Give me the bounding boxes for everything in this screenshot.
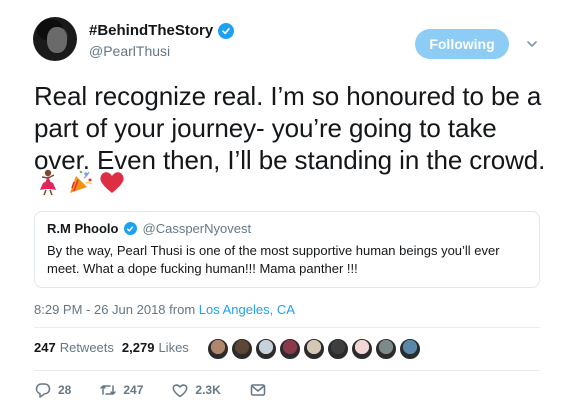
author-display-name[interactable]: #BehindTheStory — [89, 22, 213, 39]
reply-icon — [35, 383, 51, 398]
liker-avatar[interactable] — [255, 338, 277, 360]
emoji-row — [34, 168, 126, 196]
chevron-down-icon[interactable] — [525, 37, 539, 51]
party-popper-emoji — [66, 168, 94, 196]
reply-count: 28 — [58, 383, 72, 397]
retweet-count: 247 — [123, 383, 144, 397]
likes-stat-count: 2,279 — [121, 340, 155, 355]
likes-stat[interactable]: 2,279 Likes — [122, 340, 189, 355]
direct-message-action[interactable] — [249, 381, 267, 399]
author-handle[interactable]: @PearlThusi — [89, 43, 234, 59]
liker-avatar[interactable] — [279, 338, 301, 360]
likes-stat-label: Likes — [158, 340, 189, 355]
author-avatar[interactable] — [33, 17, 77, 61]
tweet-stats: 247 Retweets 2,279 Likes — [34, 340, 197, 355]
avatar-face — [47, 27, 67, 53]
tweet-location-link[interactable]: Los Angeles, CA — [199, 302, 295, 317]
liker-avatar[interactable] — [375, 338, 397, 360]
quoted-tweet-card[interactable]: R.M Phoolo @CassperNyovest By the way, P… — [34, 211, 540, 288]
like-count: 2.3K — [195, 383, 221, 397]
divider — [34, 370, 540, 371]
liker-avatar[interactable] — [399, 338, 421, 360]
quoted-tweet-header: R.M Phoolo @CassperNyovest — [47, 221, 527, 236]
tweet-time-date[interactable]: 8:29 PM - 26 Jun 2018 from — [34, 302, 195, 317]
tweet-timestamp: 8:29 PM - 26 Jun 2018 from Los Angeles, … — [34, 302, 295, 317]
tweet-actions: 28 247 2.3K — [34, 381, 295, 399]
verified-badge-icon — [123, 222, 137, 235]
tweet-text: Real recognize real. I’m so honoured to … — [34, 81, 546, 175]
divider — [34, 327, 540, 328]
liker-avatar[interactable] — [207, 338, 229, 360]
author-name-block: #BehindTheStory @PearlThusi — [89, 22, 235, 59]
quoted-author-handle: @CassperNyovest — [142, 221, 252, 236]
dancer-emoji — [34, 168, 62, 196]
like-action[interactable]: 2.3K — [171, 381, 221, 399]
quoted-tweet-text: By the way, Pearl Thusi is one of the mo… — [47, 243, 500, 276]
liker-avatar[interactable] — [351, 338, 373, 360]
liker-avatars — [207, 338, 421, 360]
retweet-action[interactable]: 247 — [99, 381, 143, 399]
quoted-author-name: R.M Phoolo — [47, 221, 119, 236]
heart-icon — [172, 384, 188, 398]
retweet-icon — [100, 385, 117, 395]
retweets-stat-label: Retweets — [59, 340, 114, 355]
following-button[interactable]: Following — [415, 29, 509, 59]
verified-badge-icon — [218, 22, 235, 39]
retweets-stat-count: 247 — [34, 340, 56, 355]
envelope-icon — [250, 384, 265, 396]
liker-avatar[interactable] — [327, 338, 349, 360]
author-display-name-row[interactable]: #BehindTheStory — [89, 22, 235, 39]
reply-action[interactable]: 28 — [34, 381, 71, 399]
red-heart-emoji — [98, 168, 126, 196]
retweets-stat[interactable]: 247 Retweets — [34, 340, 114, 355]
liker-avatar[interactable] — [303, 338, 325, 360]
liker-avatar[interactable] — [231, 338, 253, 360]
